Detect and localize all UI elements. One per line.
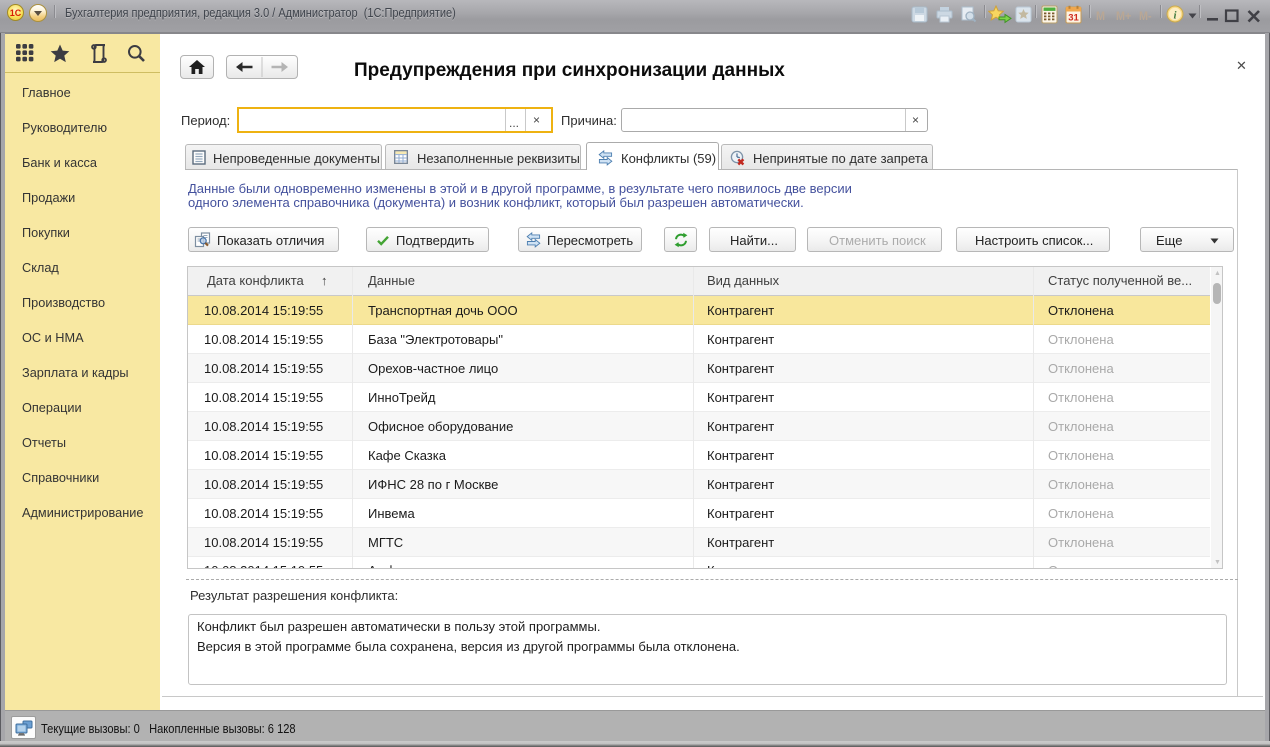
- svg-text:31: 31: [1068, 13, 1079, 24]
